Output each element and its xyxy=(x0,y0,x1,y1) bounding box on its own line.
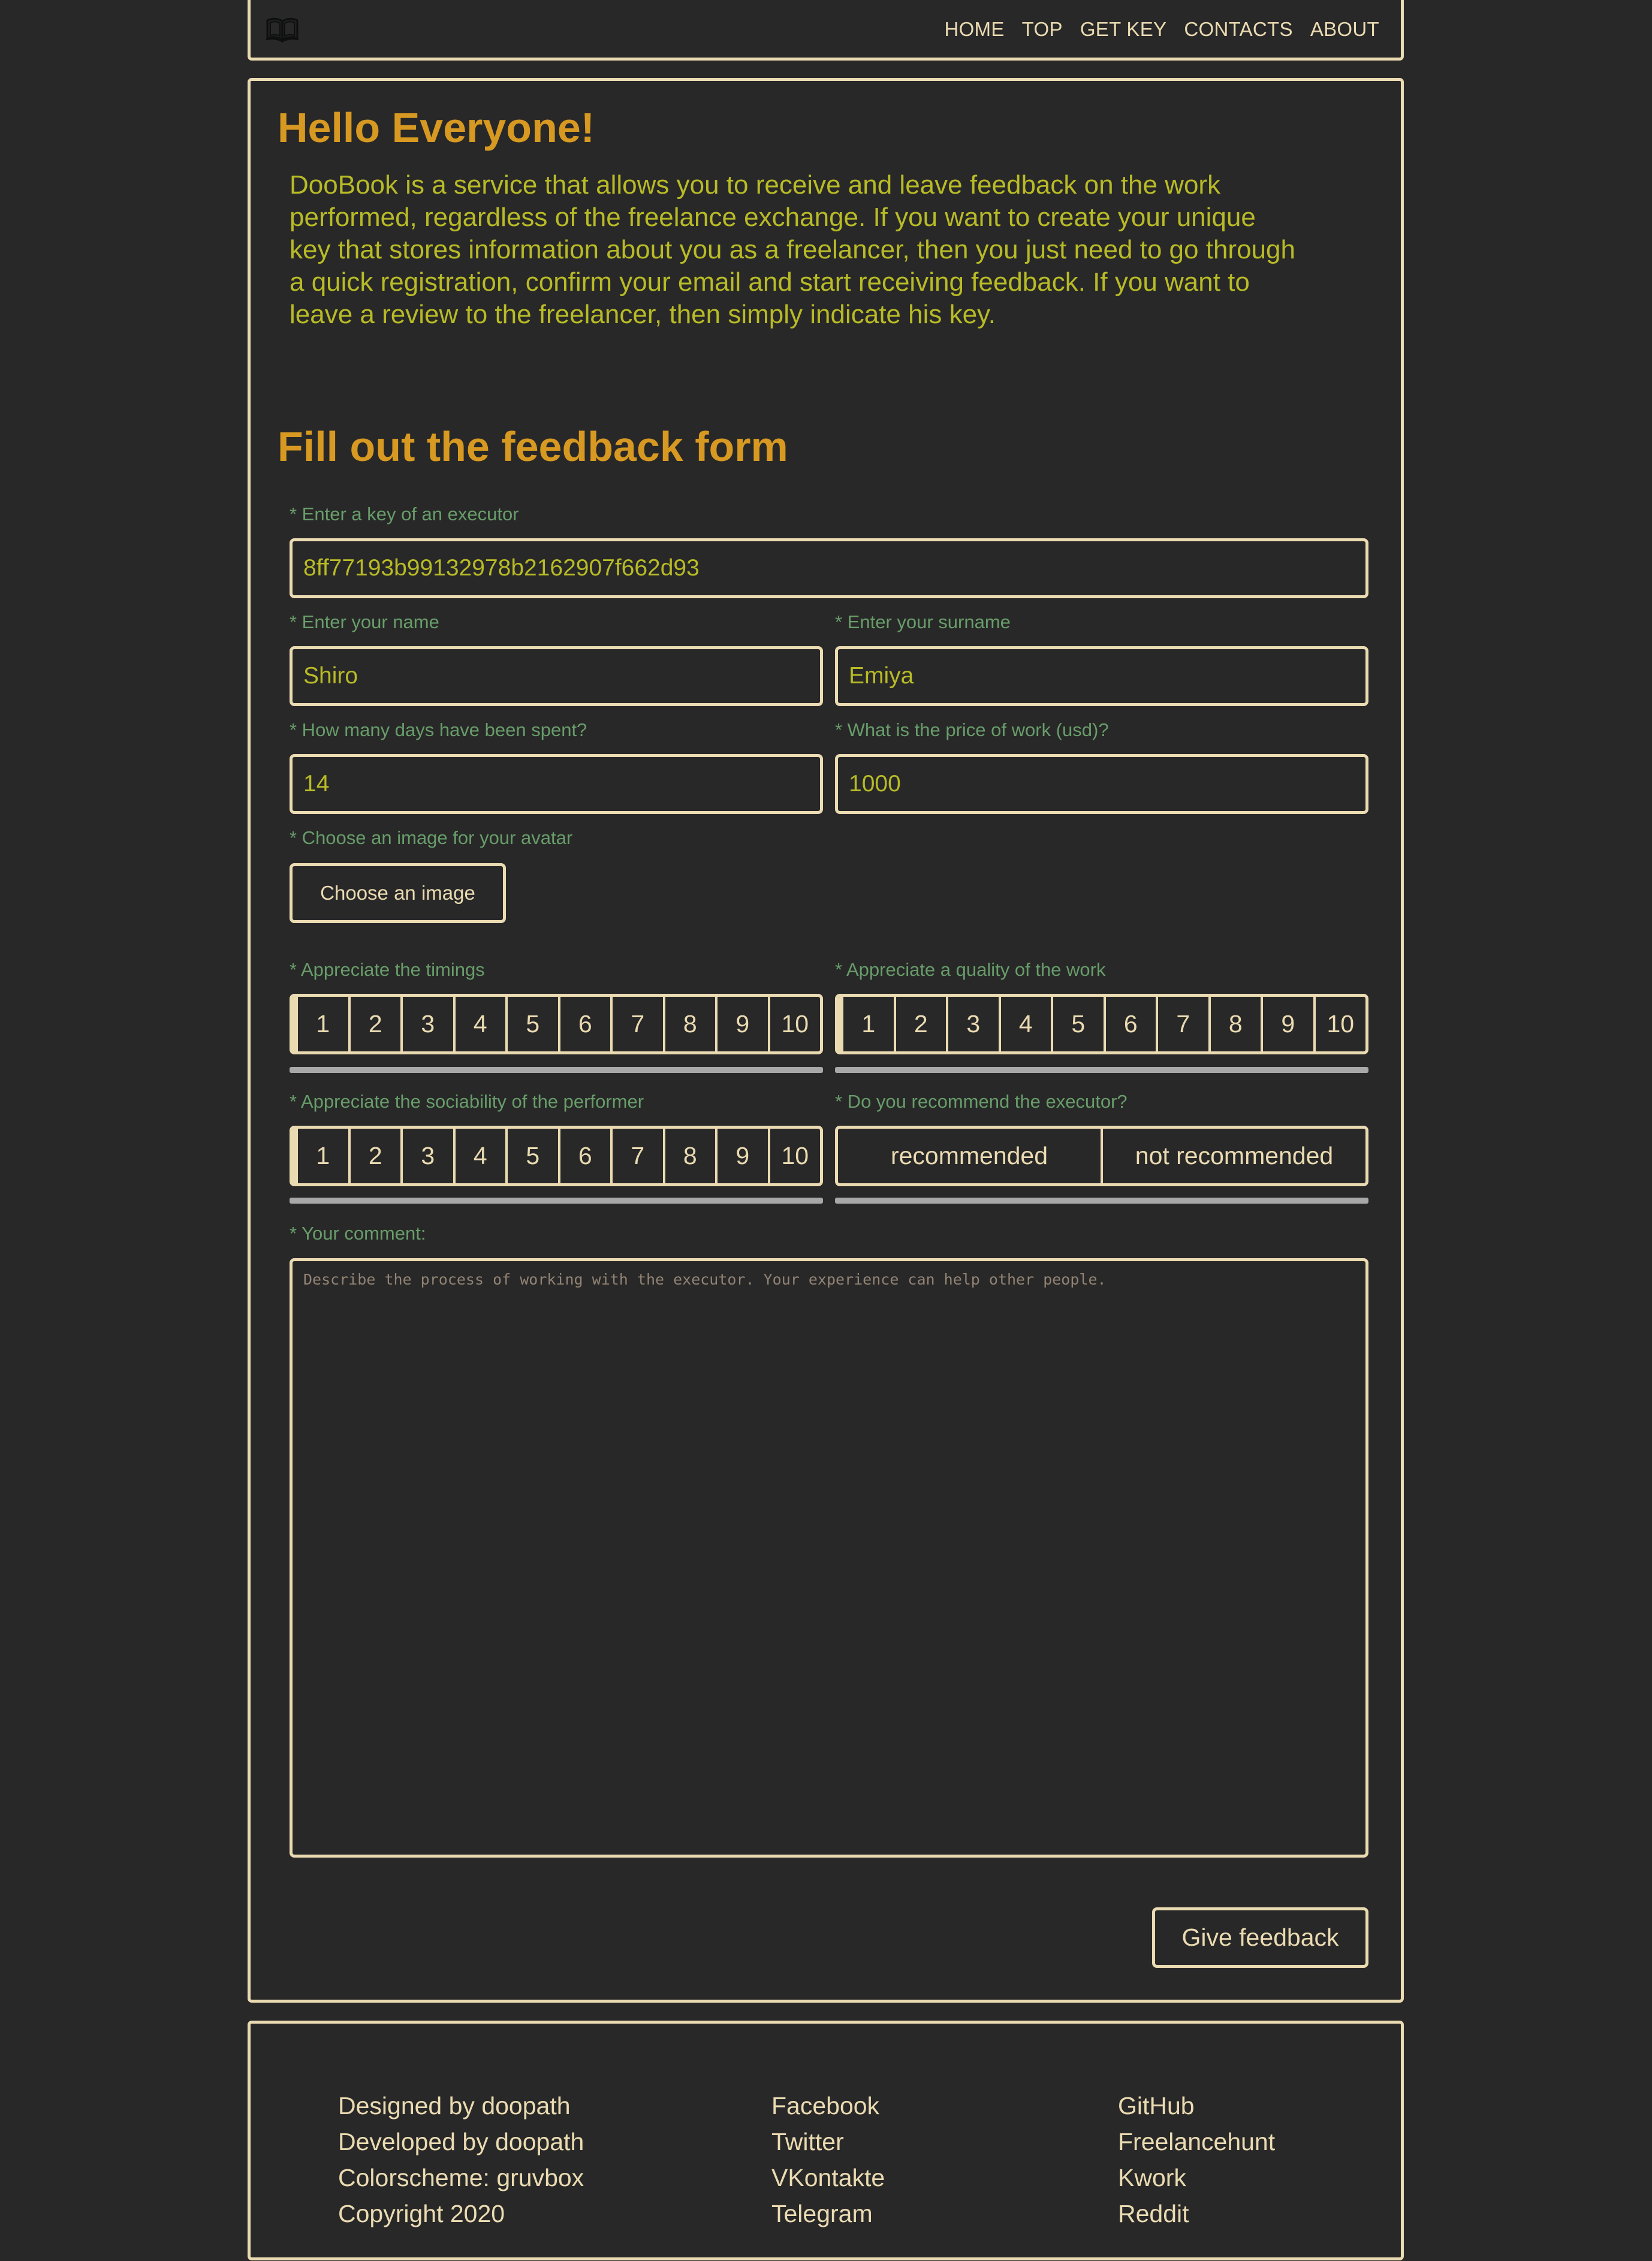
footer-credit: Copyright 2020 xyxy=(338,2200,505,2227)
sociability-option-3[interactable]: 3 xyxy=(400,1129,453,1183)
not-recommended-option[interactable]: not recommended xyxy=(1101,1129,1365,1183)
sociability-option-5[interactable]: 5 xyxy=(505,1129,558,1183)
quality-option-3[interactable]: 3 xyxy=(946,997,999,1051)
nav-about[interactable]: ABOUT xyxy=(1310,18,1379,41)
choose-image-button[interactable]: Choose an image xyxy=(290,863,506,923)
recommended-option[interactable]: recommended xyxy=(838,1129,1101,1183)
top-navbar: HOME TOP GET KEY CONTACTS ABOUT xyxy=(248,0,1404,61)
surname-input[interactable] xyxy=(835,646,1368,706)
nav-get-key[interactable]: GET KEY xyxy=(1080,18,1167,41)
github-link[interactable]: GitHub xyxy=(1118,2088,1275,2124)
comment-label: * Your comment: xyxy=(290,1223,426,1244)
open-book-icon[interactable] xyxy=(265,14,300,43)
days-label: * How many days have been spent? xyxy=(290,719,587,740)
sociability-option-9[interactable]: 9 xyxy=(715,1129,768,1183)
price-label: * What is the price of work (usd)? xyxy=(835,719,1109,740)
quality-option-5[interactable]: 5 xyxy=(1051,997,1104,1051)
sociability-option-4[interactable]: 4 xyxy=(453,1129,506,1183)
timings-option-3[interactable]: 3 xyxy=(400,997,453,1051)
sociability-option-8[interactable]: 8 xyxy=(662,1129,716,1183)
quality-option-2[interactable]: 2 xyxy=(893,997,946,1051)
sociability-rating: 1 2 3 4 5 6 7 8 9 10 xyxy=(290,1126,823,1186)
form-title: Fill out the feedback form xyxy=(278,423,788,470)
quality-option-7[interactable]: 7 xyxy=(1156,997,1208,1051)
main-card: Hello Everyone! DooBook is a service tha… xyxy=(248,78,1404,2003)
main-nav: HOME TOP GET KEY CONTACTS ABOUT xyxy=(944,18,1379,41)
timings-option-9[interactable]: 9 xyxy=(715,997,768,1051)
timings-rating: 1 2 3 4 5 6 7 8 9 10 xyxy=(290,994,823,1054)
sociability-option-1[interactable]: 1 xyxy=(293,1129,348,1183)
sociability-underline xyxy=(290,1198,823,1204)
quality-option-6[interactable]: 6 xyxy=(1103,997,1156,1051)
timings-option-6[interactable]: 6 xyxy=(557,997,611,1051)
quality-option-10[interactable]: 10 xyxy=(1313,997,1366,1051)
nav-contacts[interactable]: CONTACTS xyxy=(1184,18,1292,41)
days-input[interactable] xyxy=(290,754,823,814)
sociability-label: * Appreciate the sociability of the perf… xyxy=(290,1091,644,1112)
footer-platform-links: GitHub Freelancehunt Kwork Reddit xyxy=(1118,2088,1275,2232)
timings-option-5[interactable]: 5 xyxy=(505,997,558,1051)
quality-option-8[interactable]: 8 xyxy=(1208,997,1261,1051)
quality-rating: 1 2 3 4 5 6 7 8 9 10 xyxy=(835,994,1368,1054)
recommend-underline xyxy=(835,1198,1368,1204)
vkontakte-link[interactable]: VKontakte xyxy=(771,2160,885,2196)
facebook-link[interactable]: Facebook xyxy=(771,2088,885,2124)
comment-textarea[interactable] xyxy=(290,1258,1368,1858)
footer-credit: Developed by doopath xyxy=(338,2128,584,2156)
sociability-option-10[interactable]: 10 xyxy=(767,1129,821,1183)
footer-social-links: Facebook Twitter VKontakte Telegram xyxy=(771,2088,885,2232)
quality-option-4[interactable]: 4 xyxy=(998,997,1051,1051)
timings-option-4[interactable]: 4 xyxy=(453,997,506,1051)
surname-label: * Enter your surname xyxy=(835,611,1011,632)
sociability-option-2[interactable]: 2 xyxy=(348,1129,401,1183)
timings-label: * Appreciate the timings xyxy=(290,959,485,980)
timings-option-1[interactable]: 1 xyxy=(293,997,348,1051)
nav-top[interactable]: TOP xyxy=(1022,18,1063,41)
timings-underline xyxy=(290,1067,823,1073)
telegram-link[interactable]: Telegram xyxy=(771,2196,885,2232)
recommend-label: * Do you recommend the executor? xyxy=(835,1091,1128,1112)
intro-text: DooBook is a service that allows you to … xyxy=(290,170,1295,329)
timings-option-10[interactable]: 10 xyxy=(767,997,821,1051)
give-feedback-button[interactable]: Give feedback xyxy=(1152,1907,1368,1968)
kwork-link[interactable]: Kwork xyxy=(1118,2160,1275,2196)
nav-home[interactable]: HOME xyxy=(944,18,1004,41)
avatar-label: * Choose an image for your avatar xyxy=(290,827,573,848)
footer-credit: Designed by doopath xyxy=(338,2092,571,2120)
timings-option-2[interactable]: 2 xyxy=(348,997,401,1051)
twitter-link[interactable]: Twitter xyxy=(771,2124,885,2160)
footer-credit: Colorscheme: gruvbox xyxy=(338,2164,584,2191)
footer-credits: Designed by doopath Developed by doopath… xyxy=(338,2088,584,2232)
timings-option-8[interactable]: 8 xyxy=(662,997,716,1051)
name-input[interactable] xyxy=(290,646,823,706)
footer: Designed by doopath Developed by doopath… xyxy=(248,2021,1404,2260)
quality-label: * Appreciate a quality of the work xyxy=(835,959,1106,980)
freelancehunt-link[interactable]: Freelancehunt xyxy=(1118,2124,1275,2160)
page-title: Hello Everyone! xyxy=(278,104,595,151)
recommend-toggle: recommended not recommended xyxy=(835,1126,1368,1186)
sociability-option-7[interactable]: 7 xyxy=(610,1129,663,1183)
sociability-option-6[interactable]: 6 xyxy=(557,1129,611,1183)
quality-option-1[interactable]: 1 xyxy=(838,997,894,1051)
timings-option-7[interactable]: 7 xyxy=(610,997,663,1051)
name-label: * Enter your name xyxy=(290,611,439,632)
key-label: * Enter a key of an executor xyxy=(290,504,519,524)
price-input[interactable] xyxy=(835,754,1368,814)
executor-key-input[interactable] xyxy=(290,538,1368,598)
reddit-link[interactable]: Reddit xyxy=(1118,2196,1275,2232)
quality-option-9[interactable]: 9 xyxy=(1261,997,1313,1051)
quality-underline xyxy=(835,1067,1368,1073)
